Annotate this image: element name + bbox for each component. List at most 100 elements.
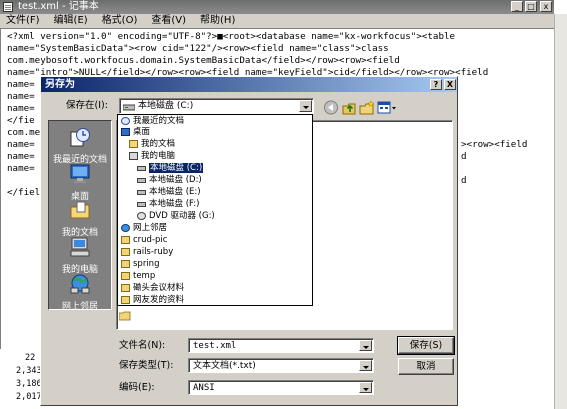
dialog-close-button[interactable]: X: [444, 79, 456, 90]
place-network-places[interactable]: 网上邻居: [49, 274, 111, 312]
code-line: name="SystemBasicData"><row cid="122"/><…: [7, 43, 389, 54]
save-in-value: 本地磁盘 (C:): [138, 101, 194, 111]
folder-icon: [121, 284, 130, 292]
code-line: com.meybosoft.workfocus.domain.SystemBas…: [7, 55, 400, 66]
filetype-dropdown[interactable]: 文本文档(*.txt): [188, 358, 374, 373]
location-dropdown-list: 我最近的文档 桌面 我的文档 我的电脑 本地磁盘 (C:) 本地磁盘 (D:) …: [117, 114, 313, 306]
my-computer-icon: [70, 237, 90, 257]
places-bar: 我最近的文档 桌面 我的文档 我的电脑 网上邻居: [48, 120, 112, 312]
view-menu-icon[interactable]: [377, 100, 397, 115]
folder-icon: [121, 248, 130, 256]
list-item-selected[interactable]: 本地磁盘 (C:): [137, 162, 205, 174]
place-desktop[interactable]: 桌面: [49, 164, 111, 202]
chevron-down-icon[interactable]: [359, 382, 372, 393]
filetype-value: 文本文档(*.txt): [193, 361, 256, 371]
code-line: name=: [7, 151, 35, 162]
menu-edit[interactable]: 编辑(E): [54, 14, 88, 28]
desktop-icon: [70, 164, 90, 183]
list-item[interactable]: DVD 驱动器 (G:): [137, 211, 215, 221]
list-item[interactable]: 我最近的文档: [121, 116, 184, 126]
chevron-down-icon[interactable]: [299, 100, 312, 112]
chevron-down-icon[interactable]: [359, 340, 372, 351]
folder-icon: [119, 311, 131, 321]
notepad-app-icon: [3, 2, 13, 12]
back-icon[interactable]: [323, 100, 339, 115]
network-places-icon: [70, 274, 90, 294]
list-item[interactable]: 我的文档: [129, 139, 175, 149]
code-fragment: ><row><field: [461, 139, 528, 150]
list-item[interactable]: 本地磁盘 (D:): [137, 175, 202, 185]
list-item[interactable]: spring: [121, 259, 159, 269]
desktop-icon: [121, 128, 130, 136]
network-places-icon: [121, 224, 130, 232]
close-window-button[interactable]: x: [540, 1, 552, 12]
code-line: <?xml version="1.0" encoding="UTF-8"?>■<…: [7, 31, 456, 42]
filename-input[interactable]: test.xml: [188, 338, 374, 353]
dvd-drive-icon: [137, 212, 146, 220]
list-item[interactable]: 网友发的资料: [121, 295, 184, 305]
recent-documents-icon: [121, 117, 130, 125]
notepad-window-title: test.xml - 记事本: [18, 1, 99, 12]
notepad-menu-bar: 文件(F) 编辑(E) 格式(O) 查看(V) 帮助(H): [0, 14, 554, 29]
help-button[interactable]: ?: [430, 79, 442, 90]
maximize-button[interactable]: □: [525, 1, 537, 12]
place-recent-documents[interactable]: 我最近的文档: [49, 127, 111, 165]
number-value: 3,186: [16, 379, 42, 389]
list-item[interactable]: 网上邻居: [121, 223, 167, 233]
notepad-vertical-scrollbar[interactable]: [554, 14, 567, 409]
up-folder-icon[interactable]: [341, 100, 357, 115]
encoding-dropdown[interactable]: ANSI: [188, 380, 374, 395]
drive-icon: [123, 104, 135, 111]
drive-icon: [137, 189, 146, 195]
list-item[interactable]: rails-ruby: [121, 247, 173, 257]
list-item[interactable]: crud-pic: [121, 235, 167, 245]
save-in-label: 保存在(I):: [66, 100, 108, 111]
code-line: name=: [7, 103, 35, 114]
menu-help[interactable]: 帮助(H): [200, 14, 235, 28]
drive-icon: [137, 165, 146, 171]
drive-icon: [137, 201, 146, 207]
code-line: </fie: [7, 115, 35, 126]
menu-view[interactable]: 查看(V): [151, 14, 186, 28]
dialog-title-bar[interactable]: 另存为 ? X: [41, 77, 457, 92]
code-line: com.me: [7, 127, 41, 138]
encoding-value: ANSI: [193, 383, 215, 393]
code-line: name=: [7, 139, 35, 150]
encoding-label: 编码(E):: [119, 382, 155, 393]
minimize-button[interactable]: _: [511, 1, 523, 12]
list-item[interactable]: 磡头会议材料: [121, 283, 184, 293]
my-computer-icon: [129, 152, 138, 160]
folder-icon: [121, 236, 130, 244]
folder-icon: [121, 296, 130, 304]
cancel-button[interactable]: 取消: [398, 358, 454, 375]
place-label: 网上邻居: [61, 302, 98, 312]
folder-icon: [121, 260, 130, 268]
new-folder-icon[interactable]: [359, 100, 375, 115]
save-in-dropdown[interactable]: 本地磁盘 (C:): [119, 98, 314, 114]
code-line: </fiel: [7, 187, 41, 198]
number-value: 2,017: [16, 392, 42, 402]
my-documents-icon: [129, 140, 138, 148]
save-button[interactable]: 保存(S): [397, 336, 455, 355]
list-item[interactable]: temp: [121, 271, 155, 281]
code-fragment: d: [461, 151, 467, 162]
code-line: name=: [7, 91, 35, 102]
menu-format[interactable]: 格式(O): [102, 14, 138, 28]
list-item[interactable]: 桌面: [121, 127, 150, 137]
recent-documents-icon: [70, 128, 90, 147]
number-value: 2,343: [16, 366, 42, 376]
list-item[interactable]: 我的电脑: [129, 151, 175, 161]
filetype-label: 保存类型(T):: [119, 360, 174, 371]
code-fragment: d: [461, 175, 467, 186]
place-my-documents[interactable]: 我的文档: [49, 200, 111, 238]
list-item[interactable]: 本地磁盘 (E:): [137, 187, 201, 197]
filename-label: 文件名(N):: [119, 340, 166, 351]
folder-icon: [121, 272, 130, 280]
menu-file[interactable]: 文件(F): [6, 14, 40, 28]
place-my-computer[interactable]: 我的电脑: [49, 237, 111, 275]
list-item[interactable]: 本地磁盘 (F:): [137, 199, 199, 209]
number-value: 22: [25, 353, 36, 363]
notepad-title-bar[interactable]: test.xml - 记事本 _ □ x: [0, 0, 554, 14]
my-documents-icon: [70, 201, 90, 219]
chevron-down-icon[interactable]: [359, 360, 372, 371]
